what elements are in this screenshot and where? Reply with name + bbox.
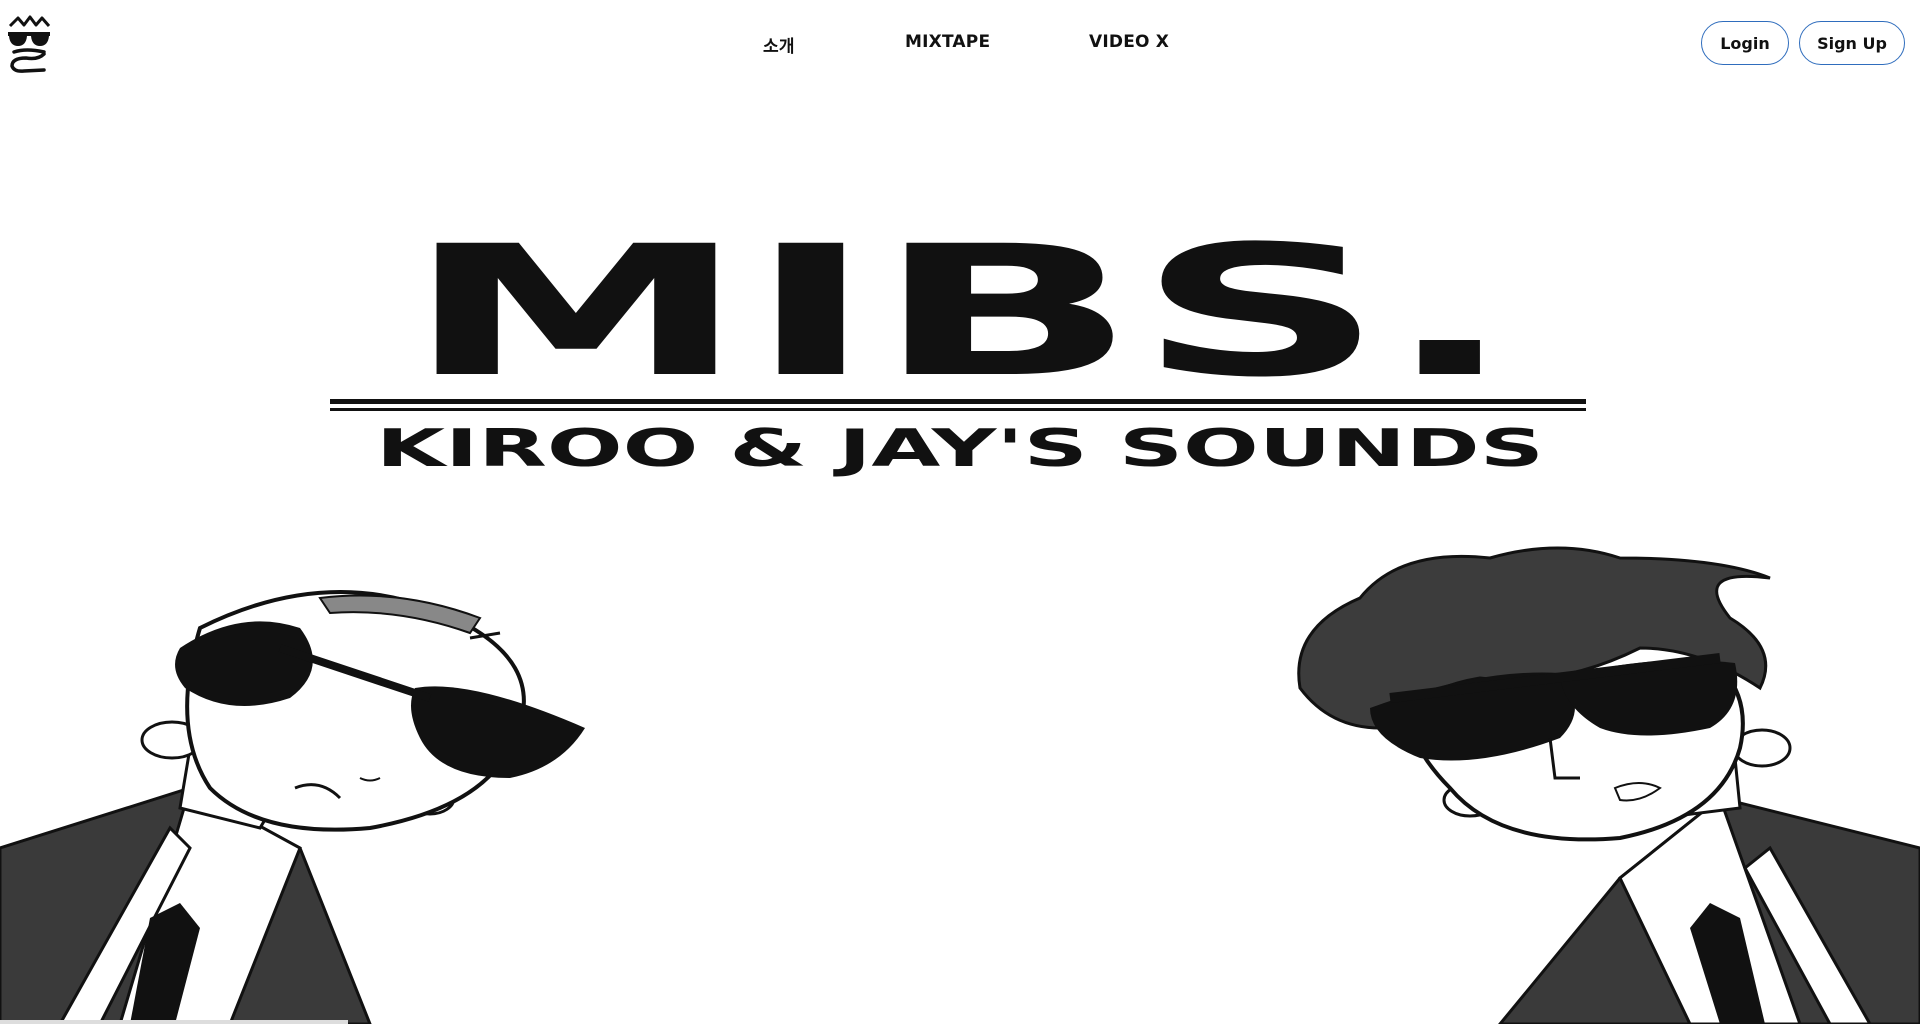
site-header: 소개 MIXTAPE VIDEO X Login Sign Up: [0, 0, 1920, 88]
nav-link-intro[interactable]: 소개: [763, 32, 795, 57]
hero-banner: MIBS. KIROO & JAY'S SOUNDS: [0, 88, 1920, 1024]
nav-link-video-x[interactable]: VIDEO X: [1089, 32, 1169, 52]
right-character-illustration: [1297, 546, 1920, 1024]
hero-illustration: MIBS. KIROO & JAY'S SOUNDS: [0, 208, 1920, 1024]
title-rule-top: [330, 399, 1586, 404]
scroll-progress-bar: [0, 1020, 348, 1024]
title-rule-bottom: [330, 408, 1586, 411]
main-nav: 소개 MIXTAPE VIDEO X: [0, 32, 1920, 57]
signup-button[interactable]: Sign Up: [1799, 21, 1905, 65]
hero-subtitle: KIROO & JAY'S SOUNDS: [376, 419, 1544, 479]
left-character-illustration: [0, 590, 585, 1024]
nav-link-mixtape[interactable]: MIXTAPE: [905, 32, 990, 52]
page: 소개 MIXTAPE VIDEO X Login Sign Up MIBS. K…: [0, 0, 1920, 1024]
hero-title: MIBS.: [405, 208, 1515, 417]
login-button[interactable]: Login: [1701, 21, 1789, 65]
